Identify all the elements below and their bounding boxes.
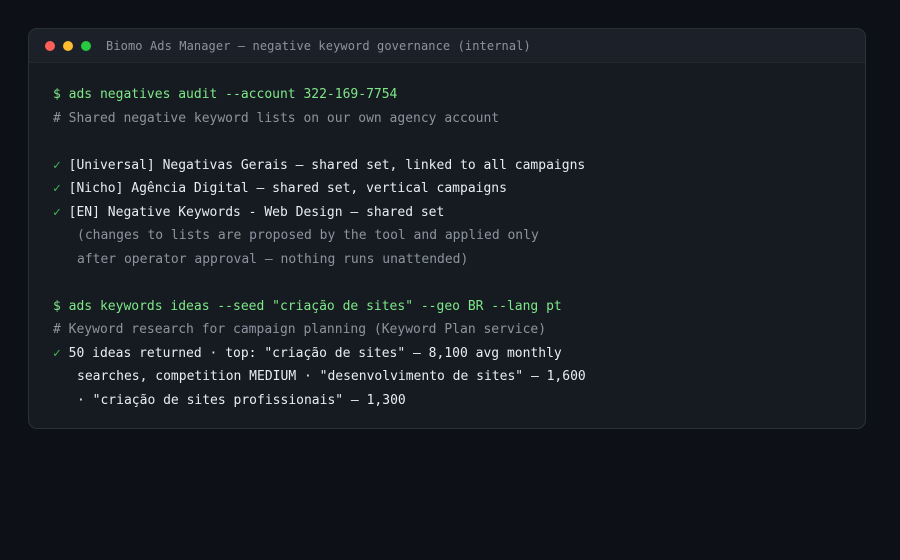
minimize-window-button[interactable] [63, 40, 73, 51]
output-line-ideas-continued-1: searches, competition MEDIUM · "desenvol… [77, 369, 586, 384]
comment-line-keyword-research: # Keyword research for campaign planning… [53, 322, 547, 337]
command-line-keyword-ideas: $ ads keywords ideas --seed "criação de … [53, 298, 562, 314]
output-line-ideas-continued-2: · "criação de sites profissionais" — 1,3… [77, 392, 406, 408]
list-entry-text: [Nicho] Agência Digital — shared set, ve… [68, 181, 507, 196]
output-line-list-nicho: ✓ [Nicho] Agência Digital — shared set, … [53, 177, 865, 201]
result-text: 50 ideas returned · top: "criação de sit… [68, 345, 562, 361]
maximize-window-button[interactable] [81, 40, 91, 51]
check-icon: ✓ [53, 157, 61, 173]
output-line-list-en: ✓ [EN] Negative Keywords - Web Design — … [53, 201, 865, 225]
output-line-list-universal: ✓ [Universal] Negativas Gerais — shared … [53, 154, 865, 178]
close-window-button[interactable] [45, 40, 55, 51]
check-icon: ✓ [53, 345, 61, 361]
check-icon: ✓ [53, 181, 61, 196]
approval-note-line-2: after operator approval — nothing runs u… [77, 251, 469, 267]
terminal-window: Biomo Ads Manager — negative keyword gov… [28, 28, 866, 429]
output-line-ideas-result: ✓ 50 ideas returned · top: "criação de s… [53, 342, 865, 366]
window-title: Biomo Ads Manager — negative keyword gov… [106, 38, 531, 53]
approval-note-line-1: (changes to lists are proposed by the to… [77, 228, 539, 243]
list-entry-text: [Universal] Negativas Gerais — shared se… [68, 157, 586, 173]
check-icon: ✓ [53, 204, 61, 220]
title-bar: Biomo Ads Manager — negative keyword gov… [29, 29, 865, 63]
comment-line-shared-lists: # Shared negative keyword lists on our o… [53, 110, 500, 126]
terminal-output[interactable]: $ ads negatives audit --account 322-169-… [29, 63, 865, 412]
command-line-audit: $ ads negatives audit --account 322-169-… [53, 87, 398, 102]
list-entry-text: [EN] Negative Keywords - Web Design — sh… [68, 204, 445, 220]
